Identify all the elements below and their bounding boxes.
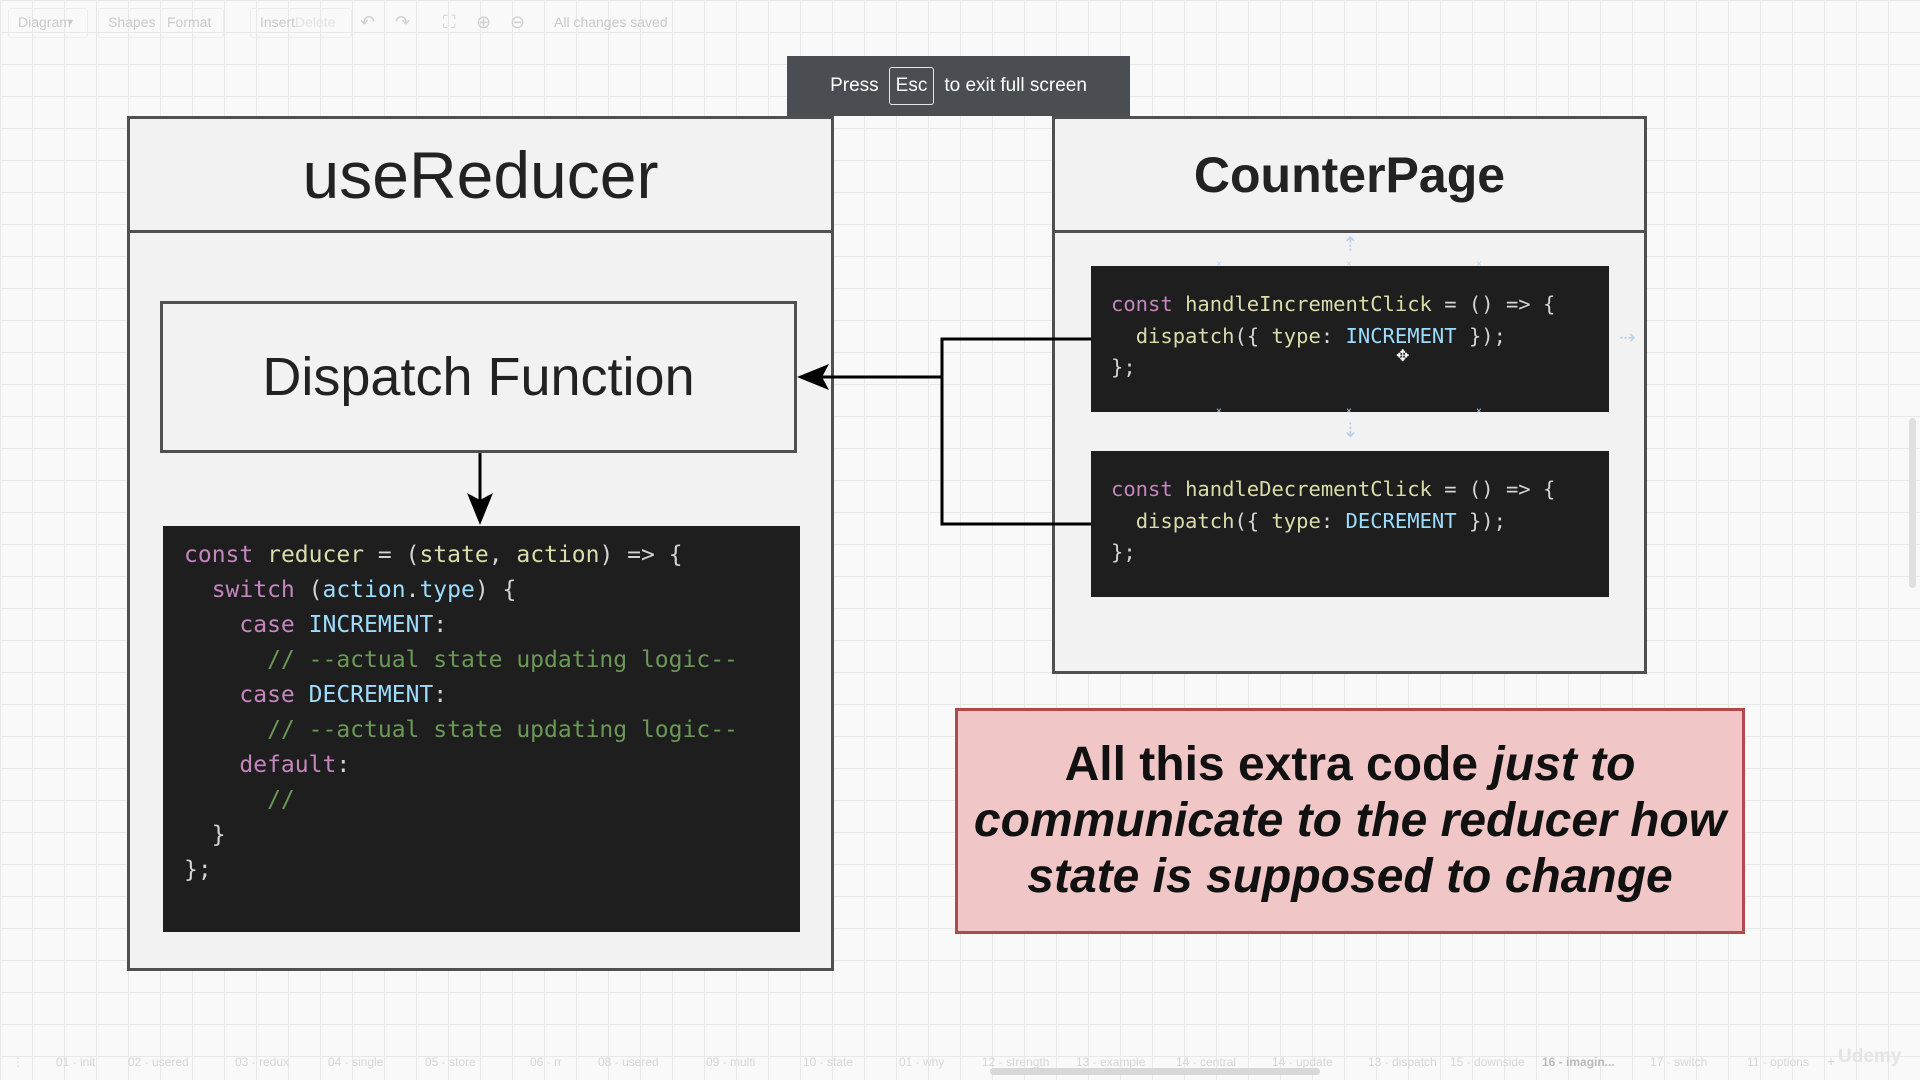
page-tab[interactable]: 01 - init [56, 1055, 95, 1069]
page-tab[interactable]: 15 - downside [1450, 1055, 1525, 1069]
page-tab[interactable]: 13 - example [1076, 1055, 1145, 1069]
page-tab[interactable]: 14 - update [1272, 1055, 1333, 1069]
page-tab[interactable]: 08 - usered [598, 1055, 659, 1069]
vertical-scrollbar[interactable] [1909, 418, 1916, 588]
note-line-2: communicate to the reducer how [973, 794, 1727, 847]
page-tab[interactable]: 11 - options [1747, 1055, 1809, 1069]
more-pages-icon[interactable]: ⋮ [12, 1055, 24, 1069]
page-tab-active[interactable]: 16 - imagin... [1542, 1055, 1615, 1069]
page-tab[interactable]: 09 - multi [706, 1055, 755, 1069]
page-tab[interactable]: 17 - switch [1650, 1055, 1707, 1069]
udemy-watermark: Udemy [1838, 1046, 1902, 1067]
page-tab[interactable]: 12 - strength [982, 1055, 1049, 1069]
page-tab[interactable]: 05 - store [425, 1055, 476, 1069]
page-tab[interactable]: 06 - rr [530, 1055, 562, 1069]
page-tab[interactable]: 01 - why [899, 1055, 944, 1069]
add-page-icon[interactable]: + [1827, 1053, 1835, 1069]
note-line-1: All this extra code just to [1064, 738, 1636, 791]
page-tab[interactable]: 04 - single [328, 1055, 383, 1069]
connector-line [940, 337, 1091, 526]
callout-note[interactable]: All this extra code just to communicate … [955, 708, 1745, 934]
page-tabs: ⋮ 01 - init 02 - usered 03 - redux 04 - … [0, 1050, 1920, 1074]
page-tab[interactable]: 02 - usered [128, 1055, 189, 1069]
horizontal-scrollbar[interactable] [990, 1068, 1320, 1075]
page-tab[interactable]: 10 - state [803, 1055, 853, 1069]
page-tab[interactable]: 13 - dispatch [1368, 1055, 1437, 1069]
page-tab[interactable]: 03 - redux [235, 1055, 289, 1069]
page-tab[interactable]: 14 - central [1176, 1055, 1236, 1069]
note-line-3: state is supposed to change [1027, 850, 1673, 903]
